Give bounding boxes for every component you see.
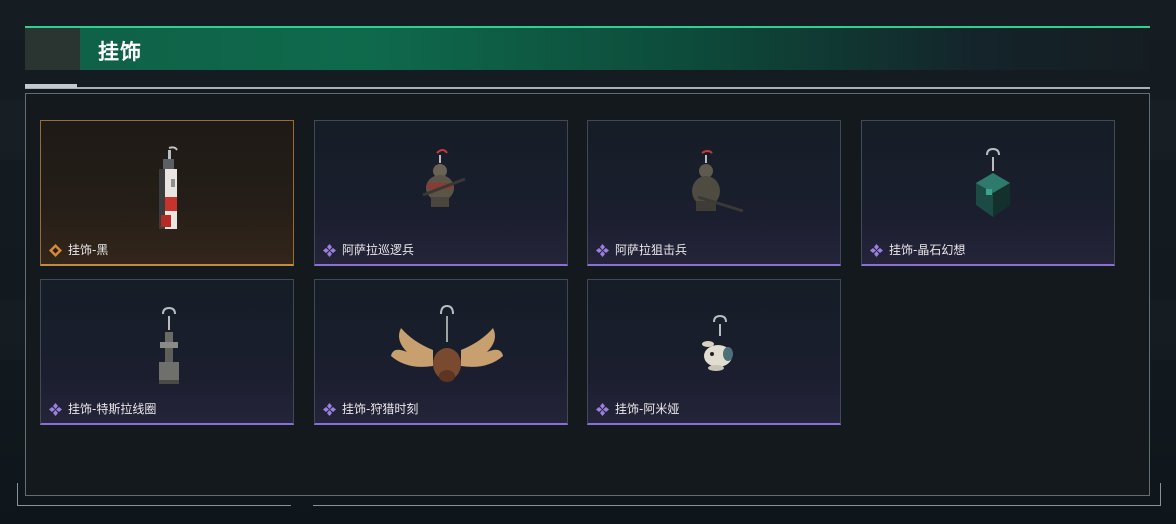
legendary-rarity-icon [49, 244, 62, 257]
rare-rarity-icon [596, 244, 609, 257]
charm-label: 挂饰-狩猎时刻 [342, 402, 419, 416]
frame-bottom-line-left [17, 505, 291, 506]
page-title: 挂饰 [98, 40, 142, 64]
charm-card-sniper-soldier[interactable]: 阿萨拉狙击兵 [587, 120, 841, 266]
rare-rarity-icon [323, 403, 336, 416]
charm-card-black[interactable]: 挂饰-黑 [40, 120, 294, 266]
section-header: 挂饰 [25, 26, 1150, 70]
header-accent-block [25, 28, 80, 70]
charm-grid-panel: 挂饰-黑 阿萨拉巡逻兵 阿萨拉狙击兵 挂饰-晶石幻想 挂饰-特斯拉线圈 挂饰-狩… [25, 93, 1150, 496]
header-underline [25, 87, 1150, 89]
rare-rarity-icon [596, 403, 609, 416]
charm-label: 挂饰-阿米娅 [615, 402, 680, 416]
charm-card-crystal-fantasy[interactable]: 挂饰-晶石幻想 [861, 120, 1115, 266]
charm-label: 阿萨拉狙击兵 [615, 243, 688, 257]
charm-card-amiya[interactable]: 挂饰-阿米娅 [587, 279, 841, 425]
charm-card-tesla-coil[interactable]: 挂饰-特斯拉线圈 [40, 279, 294, 425]
rare-rarity-icon [49, 403, 62, 416]
frame-corner-bottom-right [1150, 483, 1161, 506]
charm-label: 阿萨拉巡逻兵 [342, 243, 415, 257]
frame-bottom-line-right [313, 505, 1160, 506]
rare-rarity-icon [870, 244, 883, 257]
charm-label: 挂饰-黑 [68, 243, 109, 257]
frame-corner-bottom-left [17, 483, 28, 506]
charm-label: 挂饰-晶石幻想 [889, 243, 966, 257]
charm-card-hunting-moment[interactable]: 挂饰-狩猎时刻 [314, 279, 568, 425]
rare-rarity-icon [323, 244, 336, 257]
charm-card-patrol-soldier[interactable]: 阿萨拉巡逻兵 [314, 120, 568, 266]
charm-label: 挂饰-特斯拉线圈 [68, 402, 157, 416]
